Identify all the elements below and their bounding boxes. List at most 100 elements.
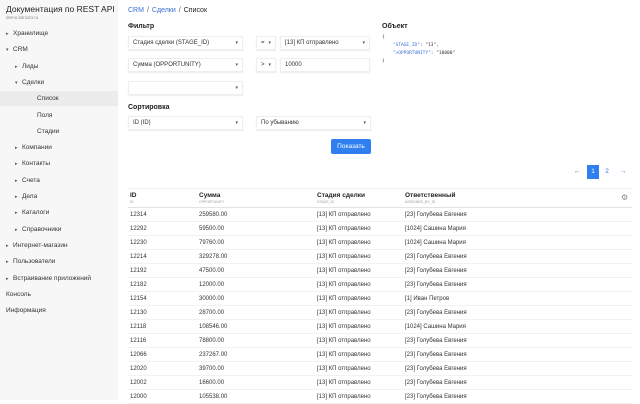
table-cell: [13] КП отправлено: [315, 347, 403, 362]
table-cell: 12154: [128, 291, 197, 306]
table-row[interactable]: 12118 108546.00 [13] КП отправлено [1024] С…: [128, 319, 632, 334]
breadcrumb: CRM / Сделки / Список: [128, 7, 208, 14]
sidebar-item-label: Пользователи: [13, 258, 56, 266]
table-row[interactable]: 12230 79760.00 [13] КП отправлено [1024] Са…: [128, 235, 632, 250]
sidebar-item-label: Поля: [37, 111, 53, 119]
breadcrumb-current: Список: [183, 7, 208, 14]
prev-page-button[interactable]: ←: [571, 165, 583, 179]
object-json: { "STAGE_ID": "13", ">OPPORTUNITY": "100…: [382, 35, 456, 64]
sidebar-item-label: Консоль: [6, 290, 31, 298]
table-cell: [1024] Сашина Мария: [403, 319, 632, 334]
sidebar-item-5[interactable]: Поля: [0, 108, 118, 123]
sort-field-select[interactable]: ID (ID) ▾: [128, 116, 243, 130]
filter-field-select-new[interactable]: ▾: [128, 81, 243, 95]
table-cell: [13] КП отправлено: [315, 291, 403, 306]
table-row[interactable]: 12002 16600.00 [13] КП отправлено [23] Голу…: [128, 375, 632, 390]
breadcrumb-deals[interactable]: Сделки: [152, 7, 176, 14]
sidebar-item-11[interactable]: ▸ Каталоги: [0, 205, 118, 220]
sidebar-item-10[interactable]: ▸ Дела: [0, 189, 118, 204]
sidebar-item-label: Компании: [22, 144, 52, 152]
sidebar-item-label: CRM: [13, 46, 28, 54]
table-cell: [13] КП отправлено: [315, 263, 403, 278]
table-cell: 47500.00: [197, 263, 315, 278]
sidebar-item-3[interactable]: ▾ Сделки: [0, 75, 118, 90]
columns-settings-icon[interactable]: ⚙: [621, 193, 628, 202]
table-cell: 237267.00: [197, 347, 315, 362]
table-cell: [23] Голубева Евгения: [403, 277, 632, 292]
sidebar-item-label: Интернет-магазин: [13, 241, 68, 249]
col-stage[interactable]: Стадия сделки STAGE_ID: [315, 188, 403, 208]
filter-value-select-1[interactable]: [13] КП отправлено ▾: [280, 36, 370, 50]
table-cell: 12002: [128, 375, 197, 390]
sort-order-select[interactable]: По убыванию ▾: [256, 116, 371, 130]
sidebar-item-17[interactable]: Информация: [0, 303, 118, 318]
caret-right-icon: ▸: [15, 194, 18, 200]
page-1-button[interactable]: 1: [587, 165, 599, 179]
sidebar-item-12[interactable]: ▸ Справочники: [0, 222, 118, 237]
table-cell: [23] Голубева Евгения: [403, 361, 632, 376]
caret-right-icon: ▸: [15, 63, 18, 70]
chevron-down-icon: ▾: [235, 40, 238, 46]
table-cell: [13] КП отправлено: [315, 221, 403, 236]
sidebar-item-15[interactable]: ▸ Встраивание приложений: [0, 271, 118, 286]
table-cell: 12066: [128, 347, 197, 362]
sidebar-item-16[interactable]: Консоль: [0, 287, 118, 302]
table-row[interactable]: 12130 28700.00 [13] КП отправлено [23] Голу…: [128, 305, 632, 320]
caret-down-icon: ▾: [15, 79, 18, 86]
table-row[interactable]: 12020 39700.00 [13] КП отправлено [23] Голу…: [128, 361, 632, 376]
filter-field-select-1[interactable]: Стадия сделки (STAGE_ID) ▾: [128, 36, 243, 50]
sidebar-item-4[interactable]: Список: [0, 91, 118, 107]
table-cell: 12118: [128, 319, 197, 334]
col-opportunity[interactable]: Сумма OPPORTUNITY: [197, 188, 315, 208]
caret-right-icon: ▸: [15, 210, 18, 217]
sidebar-item-13[interactable]: ▸ Интернет-магазин: [0, 238, 118, 253]
sidebar-item-7[interactable]: ▸ Компании: [0, 140, 118, 155]
table-row[interactable]: 12292 59500.00 [13] КП отправлено [1024] Са…: [128, 221, 632, 236]
table-row[interactable]: 12116 78800.00 [13] КП отправлено [23] Голу…: [128, 333, 632, 348]
sidebar-item-label: Лиды: [22, 62, 39, 70]
table-cell: [1] Иван Петров: [403, 291, 632, 306]
chevron-down-icon: ▾: [268, 40, 271, 46]
caret-right-icon: ▸: [15, 177, 18, 184]
sidebar-item-14[interactable]: ▸ Пользователи: [0, 254, 118, 269]
table-cell: [1024] Сашина Мария: [403, 235, 632, 250]
show-button[interactable]: Показать: [331, 139, 371, 154]
table-cell: 12230: [128, 235, 197, 250]
table-cell: 259580.00: [197, 207, 315, 222]
sidebar-item-label: Список: [37, 95, 59, 103]
table-row[interactable]: 12066 237267.00 [13] КП отправлено [23] Гол…: [128, 347, 632, 362]
table-row[interactable]: 12182 12000.00 [13] КП отправлено [23] Голу…: [128, 277, 632, 292]
sidebar-item-2[interactable]: ▸ Лиды: [0, 59, 118, 74]
page-2-button[interactable]: 2: [601, 165, 613, 179]
table-cell: 12182: [128, 277, 197, 292]
col-id[interactable]: ID ID: [128, 188, 197, 208]
caret-right-icon: ▸: [15, 161, 18, 168]
filter-value-input-2[interactable]: 10000: [280, 58, 370, 72]
sidebar-item-6[interactable]: Стадии: [0, 124, 118, 139]
table-cell: [13] КП отправлено: [315, 305, 403, 320]
filter-field-select-2[interactable]: Сумма (OPPORTUNITY) ▾: [128, 58, 243, 72]
caret-right-icon: ▸: [6, 259, 9, 266]
sidebar-item-8[interactable]: ▸ Контакты: [0, 156, 118, 171]
table-cell: [13] КП отправлено: [315, 319, 403, 334]
table-cell: 12000: [128, 389, 197, 404]
object-heading: Объект: [382, 23, 408, 30]
sidebar-item-label: Контакты: [22, 160, 51, 168]
table-row[interactable]: 12314 259580.00 [13] КП отправлено [23] Гол…: [128, 207, 632, 222]
sidebar-item-label: Каталоги: [22, 209, 50, 217]
next-page-button[interactable]: →: [617, 165, 629, 179]
sidebar-item-0[interactable]: ▸ Хранилище: [0, 26, 118, 41]
sidebar-item-9[interactable]: ▸ Счета: [0, 173, 118, 188]
sidebar-item-1[interactable]: ▾ CRM: [0, 42, 118, 57]
filter-op-select-1[interactable]: = ▾: [256, 36, 276, 50]
filter-op-select-2[interactable]: > ▾: [256, 58, 276, 72]
table-row[interactable]: 12214 329278.00 [13] КП отправлено [23] Гол…: [128, 249, 632, 264]
table-row[interactable]: 12154 30000.00 [13] КП отправлено [1] Иван …: [128, 291, 632, 306]
table-row[interactable]: 12000 105538.00 [13] КП отправлено [23] Гол…: [128, 389, 632, 404]
col-assigned[interactable]: Ответственный ASSIGNED_BY_ID: [403, 188, 632, 208]
caret-right-icon: ▸: [6, 31, 9, 37]
table-cell: [23] Голубева Евгения: [403, 305, 632, 320]
breadcrumb-crm[interactable]: CRM: [128, 7, 144, 14]
table-row[interactable]: 12192 47500.00 [13] КП отправлено [23] Голу…: [128, 263, 632, 278]
caret-down-icon: ▾: [6, 47, 9, 54]
